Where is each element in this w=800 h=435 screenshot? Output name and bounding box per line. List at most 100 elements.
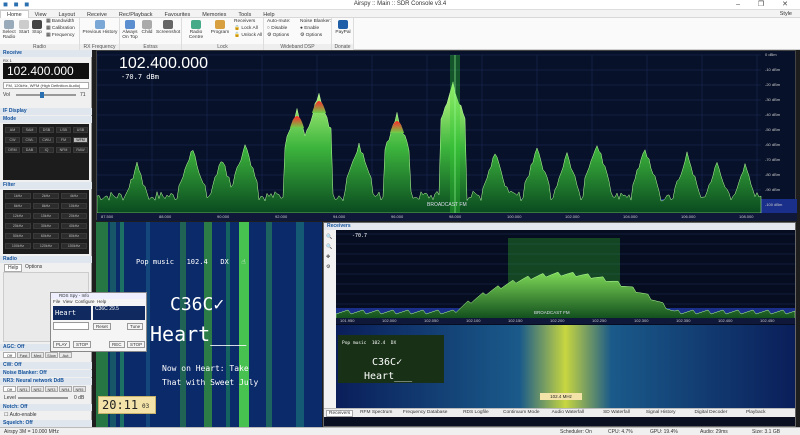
receivers-tab-receivers[interactable]: Receivers <box>326 410 354 417</box>
receivers-tab-rfm-spectrum[interactable]: RFM Spectrum <box>360 410 392 415</box>
filter-button-120khz[interactable]: 120kHz <box>33 243 59 249</box>
nr3-button-nr2[interactable]: NR2 <box>31 386 44 392</box>
receivers-tab-signal-history[interactable]: Signal History <box>646 410 676 415</box>
calibration-button[interactable]: ▦ Calibration <box>46 26 75 31</box>
auto-mute-disable[interactable]: ○ Disable <box>267 26 287 31</box>
radio-centre-button[interactable]: Radio Centre <box>184 20 208 40</box>
mode-button-cwu[interactable]: CWU <box>39 137 54 143</box>
bandwidth-button[interactable]: ▦ Bandwidth <box>46 19 74 24</box>
nr3-button-nr5[interactable]: NR5 <box>73 386 86 392</box>
window-controls[interactable]: – ❐ ✕ <box>736 0 796 8</box>
frequency-button[interactable]: ▦ Frequency <box>46 33 75 38</box>
mode-button-am[interactable]: AM <box>5 127 20 133</box>
move-icon[interactable]: ✥ <box>326 254 330 260</box>
filter-button-25khz[interactable]: 25kHz <box>5 223 31 229</box>
cw-header[interactable]: CW: Off <box>0 362 92 369</box>
rds-spy-tune-button[interactable]: Tune <box>127 323 144 330</box>
radio-tab-help[interactable]: Help <box>4 264 23 272</box>
mode-button-fm[interactable]: FM <box>56 137 71 143</box>
volume-thumb[interactable] <box>40 92 44 98</box>
mode-button-nfm[interactable]: NFM <box>56 147 71 153</box>
rds-spy-menu-file[interactable]: File <box>53 299 60 304</box>
filter-button-10khz[interactable]: 10kHz <box>61 203 87 209</box>
mode-button-wfm[interactable]: WFM <box>73 137 88 143</box>
filter-button-150khz[interactable]: 150kHz <box>61 243 87 249</box>
filter-button-100khz[interactable]: 100kHz <box>5 243 31 249</box>
rds-spy-stop2-button[interactable]: STOP <box>127 341 146 348</box>
lock-all-button[interactable]: 🔒 Lock All <box>234 26 258 31</box>
mode-button-sam[interactable]: SAM <box>22 127 37 133</box>
receivers-spectrum[interactable] <box>336 230 795 330</box>
nr3-button-nr1[interactable]: NR1 <box>17 386 30 392</box>
auto-mute-options[interactable]: ⚙ Options <box>267 33 289 38</box>
select-radio-button[interactable]: Select Radio <box>2 20 16 40</box>
stop-button[interactable]: Stop <box>31 20 43 35</box>
mode-button-dsb[interactable]: DSB <box>39 127 54 133</box>
nr3-button-nr3[interactable]: NR3 <box>45 386 58 392</box>
receivers-tab-continuum-mode[interactable]: Continuum Mode <box>503 410 540 415</box>
receivers-tab-playback[interactable]: Playback <box>746 410 765 415</box>
filter-button-50khz[interactable]: 50kHz <box>5 233 31 239</box>
rds-spy-rec-button[interactable]: REC <box>109 341 125 348</box>
mode-header[interactable]: Mode <box>0 116 92 123</box>
mode-button-cw[interactable]: CW <box>5 137 20 143</box>
noise-blanker-enable[interactable]: ● Enable <box>300 26 319 31</box>
filter-header[interactable]: Filter <box>0 182 92 189</box>
spectrum-graph[interactable] <box>97 51 797 221</box>
child-windows-button[interactable]: Child <box>140 20 154 35</box>
filter-button-40khz[interactable]: 40kHz <box>61 223 87 229</box>
squelch-header[interactable]: Squelch: Off <box>0 420 92 427</box>
mode-description[interactable]: FM, 120kHz, WFM (High Definition Audio) <box>3 82 89 89</box>
filter-button-4khz[interactable]: 4kHz <box>61 193 87 199</box>
noise-blanker-header[interactable]: Noise Blanker: Off <box>0 370 92 377</box>
main-spectrum[interactable]: 102.400.000 -70.7 dBm BROADCAST FM 0 dBm… <box>96 50 797 221</box>
receivers-marker[interactable]: 102.4 MHz <box>540 393 582 400</box>
mode-button-raw[interactable]: RAW <box>73 147 88 153</box>
filter-button-12khz[interactable]: 12kHz <box>5 213 31 219</box>
notch-header[interactable]: Notch: Off <box>0 404 92 411</box>
receivers-tab-digital-decoder[interactable]: Digital Decoder <box>695 410 728 415</box>
noise-blanker-options[interactable]: ⚙ Options <box>300 33 322 38</box>
mode-button-dab[interactable]: DAB <box>22 147 37 153</box>
level-slider[interactable] <box>18 397 68 399</box>
receivers-tab-rds-logfile[interactable]: RDS Logfile <box>463 410 489 415</box>
if-display-header[interactable]: IF Display <box>0 108 92 115</box>
receivers-tab-sd-waterfall[interactable]: SD Waterfall <box>603 410 630 415</box>
filter-button-30khz[interactable]: 30kHz <box>33 223 59 229</box>
mode-button-cwl[interactable]: CWL <box>22 137 37 143</box>
rds-spy-stop-button[interactable]: STOP <box>73 341 92 348</box>
screenshot-button[interactable]: Screenshot <box>156 20 180 35</box>
radio-tab-options[interactable]: Options <box>22 264 45 270</box>
mode-button-drm[interactable]: DRM <box>5 147 20 153</box>
agc-button-slow[interactable]: Slow <box>45 352 58 358</box>
zoom-out-icon[interactable]: 🔍 <box>326 244 332 250</box>
start-button[interactable]: Start <box>18 20 30 35</box>
zoom-in-icon[interactable]: 🔍 <box>326 234 332 240</box>
receivers-tab-frequency-database[interactable]: Frequency Database <box>403 410 448 415</box>
unlock-all-button[interactable]: 🔓 Unlock All <box>234 33 262 38</box>
settings-icon[interactable]: ⚙ <box>326 264 330 270</box>
volume-slider[interactable] <box>16 94 76 96</box>
auto-enable-checkbox[interactable]: ☐ Auto-enable <box>4 412 37 418</box>
agc-button-med[interactable]: Med <box>31 352 44 358</box>
rds-spy-menu-configure[interactable]: Configure <box>75 299 95 304</box>
radio-header[interactable]: Radio <box>0 256 92 263</box>
filter-button-6khz[interactable]: 6kHz <box>5 203 31 209</box>
filter-button-80khz[interactable]: 80kHz <box>61 233 87 239</box>
rds-spy-menu-view[interactable]: View <box>63 299 73 304</box>
program-button[interactable]: Program <box>210 20 230 35</box>
receivers-tab-audio-waterfall[interactable]: Audio Waterfall <box>552 410 584 415</box>
style-dropdown[interactable]: Style <box>780 11 792 17</box>
filter-button-2khz[interactable]: 2kHz <box>33 193 59 199</box>
paypal-button[interactable]: PayPal <box>334 20 352 35</box>
filter-button-60khz[interactable]: 60kHz <box>33 233 59 239</box>
frequency-display[interactable]: 102.400.000 <box>3 63 89 79</box>
rds-spy-play-button[interactable]: PLAY <box>53 341 71 348</box>
mode-button-usb[interactable]: USB <box>73 127 88 133</box>
nr3-header[interactable]: NR3: Neural network DdB <box>0 378 92 385</box>
filter-button-1khz[interactable]: 1kHz <box>5 193 31 199</box>
nr3-button-off[interactable]: Off <box>3 386 16 392</box>
always-on-top-button[interactable]: Always On Top <box>121 20 139 40</box>
agc-button-off[interactable]: Off <box>3 352 16 358</box>
agc-button-fast[interactable]: Fast <box>17 352 30 358</box>
